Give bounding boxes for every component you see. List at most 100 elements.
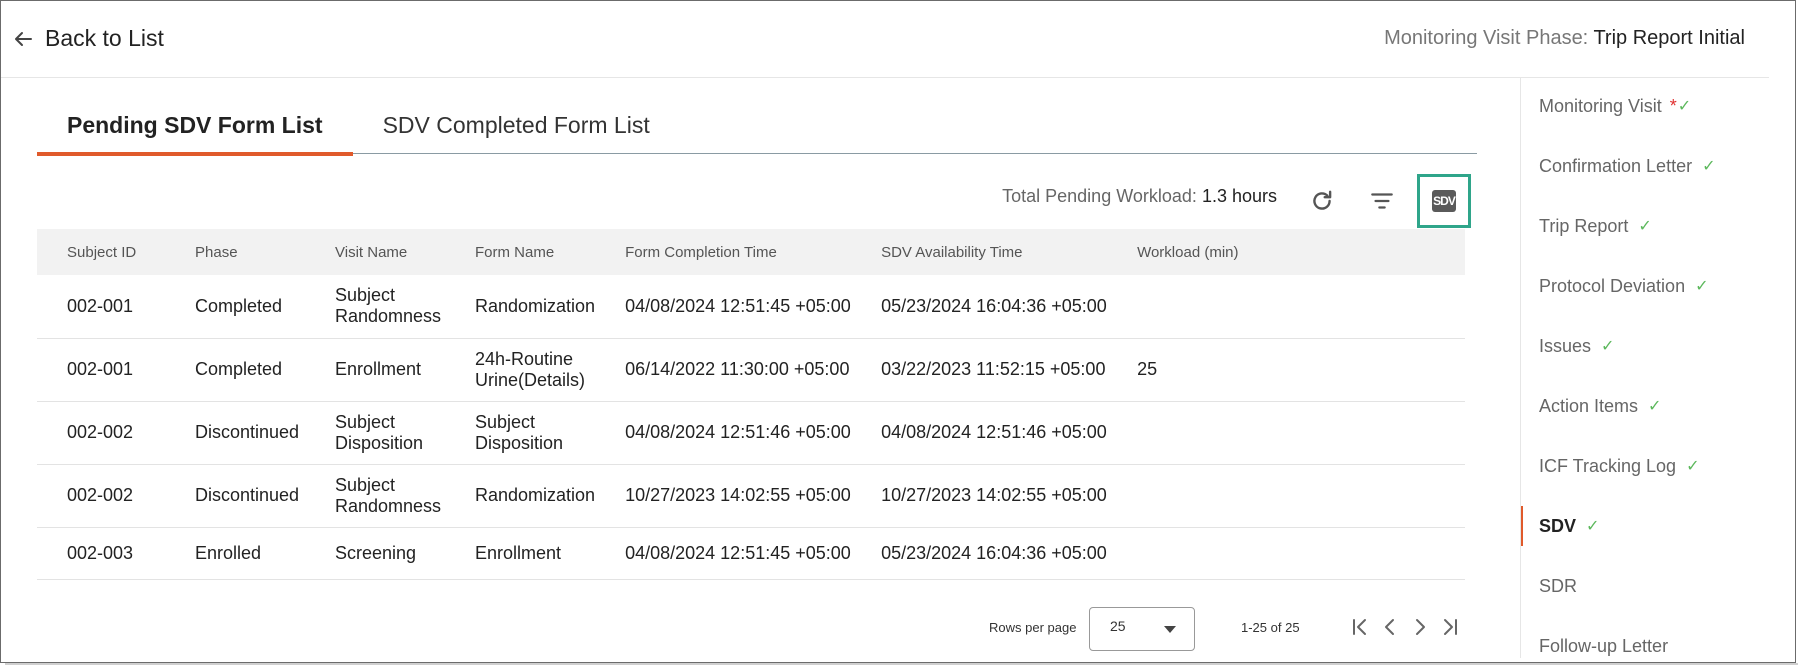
check-icon: ✓ bbox=[1695, 278, 1709, 295]
col-workload[interactable]: Workload (min) bbox=[1107, 229, 1465, 275]
cell-phase: Completed bbox=[195, 359, 283, 379]
sdv-button[interactable]: SDV bbox=[1417, 174, 1471, 228]
cell-subject-id: 002-002 bbox=[67, 485, 134, 505]
cell-form-completion-time: 10/27/2023 14:02:55 +05:00 bbox=[625, 485, 851, 505]
col-subject-id[interactable]: Subject ID bbox=[37, 229, 165, 275]
cell-visit-name: Subject Disposition bbox=[335, 411, 424, 453]
tab-sdv-completed[interactable]: SDV Completed Form List bbox=[353, 96, 680, 154]
cell-form-name: Randomization bbox=[475, 485, 596, 505]
cell-sdv-availability-time: 10/27/2023 14:02:55 +05:00 bbox=[881, 485, 1107, 505]
sidebar-item-sdv[interactable]: SDV ✓ bbox=[1521, 506, 1769, 546]
section-sidebar: Monitoring Visit * ✓ Confirmation Letter… bbox=[1520, 78, 1769, 658]
cell-form-completion-time: 04/08/2024 12:51:45 +05:00 bbox=[625, 295, 851, 316]
next-page-icon[interactable] bbox=[1409, 616, 1431, 638]
check-icon: ✓ bbox=[1677, 98, 1692, 115]
sidebar-item-label: Action Items bbox=[1539, 395, 1639, 416]
check-icon: ✓ bbox=[1638, 218, 1652, 235]
sidebar-item-protocol-deviation[interactable]: Protocol Deviation ✓ bbox=[1521, 266, 1769, 306]
table-row[interactable]: 002-001 Completed Enrollment 24h-Routine… bbox=[37, 338, 1465, 401]
cell-workload bbox=[1107, 464, 1465, 527]
col-form-completion-time[interactable]: Form Completion Time bbox=[595, 229, 851, 275]
previous-page-icon[interactable] bbox=[1379, 616, 1401, 638]
sidebar-item-label: SDR bbox=[1539, 575, 1578, 596]
sidebar-item-monitoring-visit[interactable]: Monitoring Visit * ✓ bbox=[1521, 86, 1769, 126]
cell-subject-id: 002-003 bbox=[67, 542, 134, 563]
refresh-icon bbox=[1313, 190, 1332, 210]
phase-label: Monitoring Visit Phase: bbox=[1384, 27, 1589, 49]
total-pending-workload: Total Pending Workload: 1.3 hours bbox=[1002, 186, 1277, 207]
sidebar-item-label: SDV bbox=[1539, 515, 1577, 536]
col-visit-name[interactable]: Visit Name bbox=[305, 229, 445, 275]
cell-form-name: Enrollment bbox=[475, 542, 562, 563]
header: Back to List Monitoring Visit Phase: Tri… bbox=[1, 1, 1769, 78]
caret-down-icon bbox=[1164, 626, 1176, 633]
first-page-icon[interactable] bbox=[1349, 616, 1371, 638]
rows-per-page-label: Rows per page bbox=[989, 620, 1077, 635]
cell-workload: 25 bbox=[1137, 359, 1158, 379]
rows-per-page-select[interactable]: 25 bbox=[1089, 607, 1195, 651]
cell-visit-name: Subject Randomness bbox=[335, 474, 442, 516]
last-page-icon[interactable] bbox=[1439, 616, 1461, 638]
cell-sdv-availability-time: 05/23/2024 16:04:36 +05:00 bbox=[881, 542, 1107, 563]
sidebar-item-follow-up-letter[interactable]: Follow-up Letter bbox=[1521, 626, 1769, 658]
table-row[interactable]: 002-002 Discontinued Subject Disposition… bbox=[37, 401, 1465, 464]
cell-subject-id: 002-002 bbox=[67, 422, 134, 442]
required-marker: * bbox=[1669, 95, 1677, 116]
cell-form-name: Subject Disposition bbox=[475, 411, 564, 453]
workload-value: 1.3 hours bbox=[1201, 186, 1277, 206]
cell-form-completion-time: 04/08/2024 12:51:45 +05:00 bbox=[625, 542, 851, 563]
sidebar-item-label: ICF Tracking Log bbox=[1539, 455, 1677, 476]
check-icon: ✓ bbox=[1686, 458, 1700, 475]
cell-phase: Discontinued bbox=[195, 485, 300, 505]
back-to-list-button[interactable]: Back to List bbox=[13, 25, 164, 52]
tab-bar: Pending SDV Form List SDV Completed Form… bbox=[37, 96, 1477, 156]
sidebar-item-action-items[interactable]: Action Items ✓ bbox=[1521, 386, 1769, 426]
table-row[interactable]: 002-003 Enrolled Screening Enrollment 04… bbox=[37, 527, 1465, 579]
rows-per-page-value: 25 bbox=[1110, 618, 1126, 634]
sidebar-item-label: Issues bbox=[1539, 335, 1592, 356]
sidebar-item-label: Monitoring Visit bbox=[1539, 95, 1662, 116]
col-phase[interactable]: Phase bbox=[165, 229, 305, 275]
cell-form-name: 24h-Routine Urine(Details) bbox=[475, 348, 586, 390]
sidebar-item-label: Confirmation Letter bbox=[1539, 155, 1693, 176]
sdv-icon: SDV bbox=[1432, 190, 1456, 212]
sidebar-item-icf-tracking-log[interactable]: ICF Tracking Log ✓ bbox=[1521, 446, 1769, 486]
cell-phase: Completed bbox=[195, 295, 283, 316]
sidebar-item-issues[interactable]: Issues ✓ bbox=[1521, 326, 1769, 366]
app-window: Back to List Monitoring Visit Phase: Tri… bbox=[0, 0, 1798, 665]
cell-subject-id: 002-001 bbox=[67, 295, 134, 316]
back-label: Back to List bbox=[45, 25, 164, 51]
cell-visit-name: Subject Randomness bbox=[335, 285, 442, 327]
sidebar-item-label: Protocol Deviation bbox=[1539, 275, 1686, 296]
table-row[interactable]: 002-001 Completed Subject Randomness Ran… bbox=[37, 275, 1465, 338]
cell-visit-name: Enrollment bbox=[335, 359, 422, 379]
check-icon: ✓ bbox=[1601, 338, 1615, 355]
sidebar-item-label: Trip Report bbox=[1539, 215, 1629, 236]
pending-sdv-table: Subject ID Phase Visit Name Form Name Fo… bbox=[37, 229, 1465, 580]
cell-phase: Discontinued bbox=[195, 422, 300, 442]
workload-label: Total Pending Workload: bbox=[1002, 186, 1197, 206]
check-icon: ✓ bbox=[1702, 158, 1716, 175]
check-icon: ✓ bbox=[1586, 518, 1600, 535]
pagination-range: 1-25 of 25 bbox=[1241, 620, 1300, 635]
cell-phase: Enrolled bbox=[195, 542, 262, 563]
cell-sdv-availability-time: 05/23/2024 16:04:36 +05:00 bbox=[881, 295, 1107, 316]
tab-pending-sdv[interactable]: Pending SDV Form List bbox=[37, 96, 353, 156]
table-header-row: Subject ID Phase Visit Name Form Name Fo… bbox=[37, 229, 1465, 275]
sidebar-item-sdr[interactable]: SDR bbox=[1521, 566, 1769, 606]
cell-form-completion-time: 06/14/2022 11:30:00 +05:00 bbox=[625, 359, 850, 379]
sidebar-item-confirmation-letter[interactable]: Confirmation Letter ✓ bbox=[1521, 146, 1769, 186]
cell-sdv-availability-time: 03/22/2023 11:52:15 +05:00 bbox=[881, 359, 1106, 379]
sidebar-item-label: Follow-up Letter bbox=[1539, 635, 1669, 656]
sidebar-item-trip-report[interactable]: Trip Report ✓ bbox=[1521, 206, 1769, 246]
arrow-left-icon bbox=[15, 31, 32, 46]
toolbar: Total Pending Workload: 1.3 hours SDV bbox=[37, 164, 1477, 228]
col-sdv-availability-time[interactable]: SDV Availability Time bbox=[851, 229, 1107, 275]
cell-workload bbox=[1107, 401, 1465, 464]
filter-button[interactable] bbox=[1355, 174, 1409, 228]
cell-form-completion-time: 04/08/2024 12:51:46 +05:00 bbox=[625, 422, 851, 442]
refresh-button[interactable] bbox=[1295, 174, 1349, 228]
col-form-name[interactable]: Form Name bbox=[445, 229, 595, 275]
phase-value: Trip Report Initial bbox=[1593, 27, 1745, 49]
table-row[interactable]: 002-002 Discontinued Subject Randomness … bbox=[37, 464, 1465, 527]
